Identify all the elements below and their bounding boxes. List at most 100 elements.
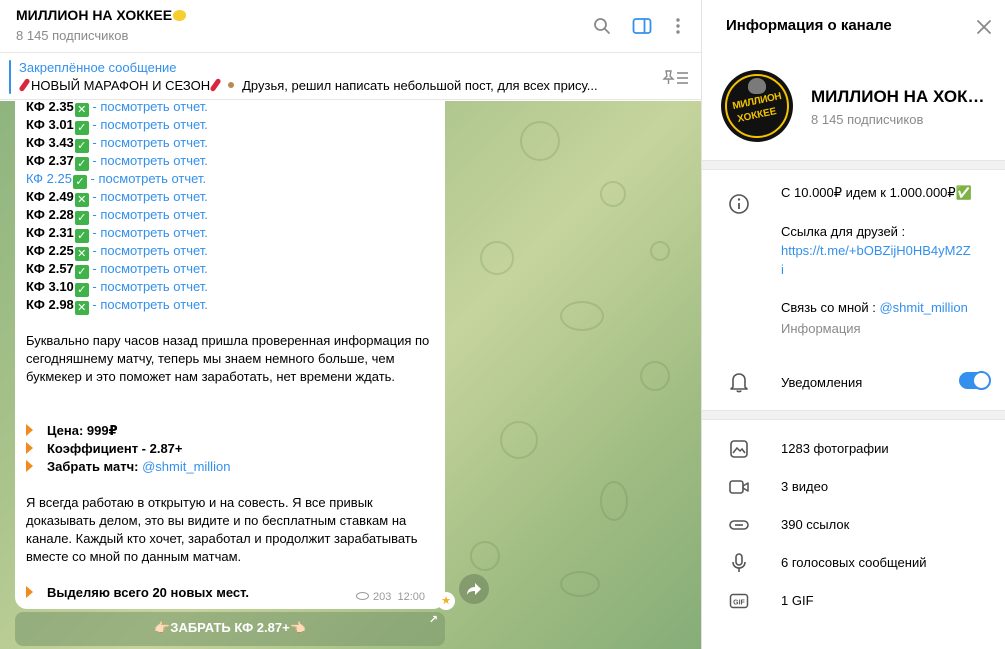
star-reaction-icon[interactable]: ★ xyxy=(437,592,455,610)
mascot-head xyxy=(748,78,766,94)
message-paragraph: Я всегда работаю в открытую и на совесть… xyxy=(26,495,418,564)
report-link[interactable]: - посмотреть отчет. xyxy=(89,261,208,276)
chat-title-text: МИЛЛИОН НА ХОККЕЕ xyxy=(16,7,173,23)
report-link[interactable]: - посмотреть отчет. xyxy=(87,171,207,186)
message-meta: 203 12:00 xyxy=(356,591,425,603)
chat-header[interactable]: МИЛЛИОН НА ХОККЕЕ 8 145 подписчиков xyxy=(0,0,701,53)
report-link[interactable]: - посмотреть отчет. xyxy=(89,279,208,294)
media-photos[interactable]: 1283 фотографии xyxy=(781,439,889,458)
kf-row: КФ 2.35 ✕ - посмотреть отчет. xyxy=(26,99,208,117)
report-link[interactable]: - посмотреть отчет. xyxy=(89,297,208,312)
channel-name: МИЛЛИОН НА ХОККЕЕ xyxy=(811,87,991,106)
chat-title[interactable]: МИЛЛИОН НА ХОККЕЕ xyxy=(16,7,187,23)
invite-link[interactable]: https://t.me/+bOBZijH0HB4yM2Z xyxy=(781,241,971,260)
kf-row: КФ 3.01 ✓ - посмотреть отчет. xyxy=(26,117,208,135)
check-icon: ✓ xyxy=(74,283,89,297)
pin-list-icon[interactable] xyxy=(662,68,690,91)
kf-row: КФ 2.49 ✕ - посмотреть отчет. xyxy=(26,189,208,207)
media-videos[interactable]: 3 видео xyxy=(781,477,828,496)
media-voice[interactable]: 6 голосовых сообщений xyxy=(781,553,926,572)
report-link[interactable]: - посмотреть отчет. xyxy=(89,207,208,222)
check-icon: ✕ xyxy=(74,103,89,117)
views-icon xyxy=(356,592,369,600)
report-link[interactable]: - посмотреть отчет. xyxy=(89,117,208,132)
inline-cta-button[interactable]: 👉🏻ЗАБРАТЬ КФ 2.87+👈🏻 ↗ xyxy=(15,612,445,646)
lemon-emoji xyxy=(173,10,187,21)
pinned-indicator xyxy=(9,60,11,94)
kf-row: КФ 2.37 ✓ - посмотреть отчет. xyxy=(26,153,208,171)
cross-icon: ✕ xyxy=(74,247,89,261)
chat-subscribers: 8 145 подписчиков xyxy=(16,28,129,43)
kf-row: КФ 2.28 ✓ - посмотреть отчет. xyxy=(26,207,208,225)
video-icon xyxy=(728,476,750,498)
chat-panel: МИЛЛИОН НА ХОККЕЕ 8 145 подписчиков Закр… xyxy=(0,0,701,649)
kf-row: КФ 3.10 ✓ - посмотреть отчет. xyxy=(26,279,208,297)
invite-link-wrap[interactable]: i xyxy=(781,260,784,279)
kf-row: КФ 2.31 ✓ - посмотреть отчет. xyxy=(26,225,208,243)
arrow-bullet-icon xyxy=(26,424,33,436)
check-icon: ✓ xyxy=(74,211,89,225)
kf-row: КФ 2.98 ✕ - посмотреть отчет. xyxy=(26,297,208,315)
svg-text:GIF: GIF xyxy=(733,600,745,607)
check-icon: ✓ xyxy=(74,121,89,135)
match-username-link[interactable]: @shmit_million xyxy=(142,459,230,474)
photo-icon xyxy=(728,438,750,460)
close-icon[interactable] xyxy=(974,17,994,37)
check-icon: ✓ xyxy=(74,157,89,171)
coef-bullet: Коэффициент - 2.87+ xyxy=(26,440,183,458)
pinned-text-a: НОВЫЙ МАРАФОН И СЕЗОН xyxy=(31,78,211,93)
report-link[interactable]: - посмотреть отчет. xyxy=(89,153,208,168)
more-menu-icon[interactable] xyxy=(666,14,690,38)
check-icon: ✓ xyxy=(74,229,89,243)
kf-row: КФ 2.25 ✕ - посмотреть отчет. xyxy=(26,243,208,261)
report-link[interactable]: - посмотреть отчет. xyxy=(89,135,208,150)
channel-avatar[interactable]: МИЛЛИОН ХОККЕЕ xyxy=(721,70,793,142)
sidebar-toggle-icon[interactable] xyxy=(630,14,654,38)
media-links[interactable]: 390 ссылок xyxy=(781,515,849,534)
friends-link-label: Ссылка для друзей : xyxy=(781,224,906,239)
arrow-bullet-icon xyxy=(26,442,33,454)
notifications-toggle[interactable] xyxy=(959,371,991,390)
forward-icon xyxy=(467,583,481,595)
cta-label: 👉🏻ЗАБРАТЬ КФ 2.87+👈🏻 xyxy=(154,620,306,635)
info-icon xyxy=(728,193,750,215)
contact-username-link[interactable]: @shmit_million xyxy=(879,300,967,315)
places-bullet: Выделяю всего 20 новых мест. xyxy=(26,584,249,602)
kf-row: КФ 3.43 ✓ - посмотреть отчет. xyxy=(26,135,208,153)
contact-line: Связь со мной : @shmit_million xyxy=(781,300,968,315)
divider xyxy=(702,160,1005,170)
match-bullet: Забрать матч: @shmit_million xyxy=(26,458,230,476)
price-bullet: Цена: 999₽ xyxy=(26,422,118,440)
share-button[interactable] xyxy=(459,574,489,604)
rocket-emoji xyxy=(209,78,222,93)
message-paragraph: Буквально пару часов назад пришла провер… xyxy=(26,333,430,384)
link-icon xyxy=(728,514,750,536)
notifications-label: Уведомления xyxy=(781,375,863,390)
pinned-label: Закреплённое сообщение xyxy=(19,60,177,75)
kf-row: КФ 2.25 ✓ - посмотреть отчет. xyxy=(26,171,207,189)
channel-info-panel: Информация о канале МИЛЛИОН ХОККЕЕ МИЛЛИ… xyxy=(701,0,1005,649)
report-link[interactable]: - посмотреть отчет. xyxy=(89,189,208,204)
channel-description: С 10.000₽ идем к 1.000.000₽✅ xyxy=(781,185,972,200)
kf-row: КФ 2.57 ✓ - посмотреть отчет. xyxy=(26,261,208,279)
pinned-message[interactable]: Закреплённое сообщение НОВЫЙ МАРАФОН И С… xyxy=(0,54,701,100)
channel-subscribers: 8 145 подписчиков xyxy=(811,112,924,127)
pinned-text-b: Друзья, решил написать небольшой пост, д… xyxy=(242,78,598,93)
media-gif[interactable]: 1 GIF xyxy=(781,591,814,610)
info-title: Информация о канале xyxy=(726,17,892,34)
arrow-bullet-icon xyxy=(26,586,33,598)
arrow-bullet-icon xyxy=(26,460,33,472)
message-time: 12:00 xyxy=(397,591,426,603)
external-link-icon: ↗ xyxy=(428,614,438,626)
search-icon[interactable] xyxy=(590,14,614,38)
views-count: 203 xyxy=(373,591,392,603)
report-link[interactable]: - посмотреть отчет. xyxy=(89,225,208,240)
cross-icon: ✕ xyxy=(74,301,89,315)
check-icon: ✓ xyxy=(74,139,89,153)
gif-icon: GIF xyxy=(728,590,750,612)
divider xyxy=(702,410,1005,420)
report-link[interactable]: - посмотреть отчет. xyxy=(89,243,208,258)
rocket-emoji xyxy=(19,78,31,93)
report-link[interactable]: - посмотреть отчет. xyxy=(89,99,208,114)
microphone-icon xyxy=(728,552,750,574)
